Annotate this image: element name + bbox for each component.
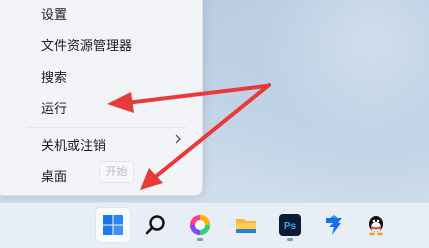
taskbar-photoshop[interactable]: Ps <box>272 207 308 243</box>
taskbar: Ps <box>0 202 429 248</box>
running-indicator <box>287 238 293 241</box>
menu-item-label: 关机或注销 <box>41 138 107 153</box>
lark-app-icon <box>326 215 342 235</box>
menu-item-label: 运行 <box>41 101 68 116</box>
menu-divider <box>27 127 187 128</box>
taskbar-lark-app[interactable] <box>316 207 352 243</box>
photoshop-icon: Ps <box>279 214 301 236</box>
menu-item-shutdown-signout[interactable]: 关机或注销 <box>41 136 106 156</box>
color-wheel-app-icon <box>190 215 210 235</box>
qq-icon <box>369 216 383 236</box>
start-button[interactable] <box>95 207 131 243</box>
chevron-right-icon <box>175 134 181 144</box>
desktop-background <box>200 0 429 205</box>
file-explorer-icon <box>236 219 256 233</box>
menu-item-run[interactable]: 运行 <box>41 99 67 119</box>
running-indicator <box>197 238 203 241</box>
menu-item-label: 设置 <box>41 7 68 22</box>
search-icon <box>145 215 165 235</box>
windows-start-icon <box>103 215 123 235</box>
menu-item-label: 文件资源管理器 <box>41 38 133 53</box>
start-tooltip: 开始 <box>99 161 134 183</box>
taskbar-file-explorer[interactable] <box>228 207 264 243</box>
menu-item-search[interactable]: 搜索 <box>41 68 67 88</box>
menu-item-desktop[interactable]: 桌面 <box>41 167 67 187</box>
taskbar-search-button[interactable] <box>138 207 174 243</box>
menu-item-label: 搜索 <box>41 70 68 85</box>
taskbar-qq[interactable] <box>358 207 394 243</box>
taskbar-app-colorwheel[interactable] <box>182 207 218 243</box>
menu-item-label: 桌面 <box>41 169 68 184</box>
menu-item-settings[interactable]: 设置 <box>41 5 67 25</box>
photoshop-label: Ps <box>284 221 297 232</box>
menu-item-file-explorer[interactable]: 文件资源管理器 <box>41 36 132 56</box>
